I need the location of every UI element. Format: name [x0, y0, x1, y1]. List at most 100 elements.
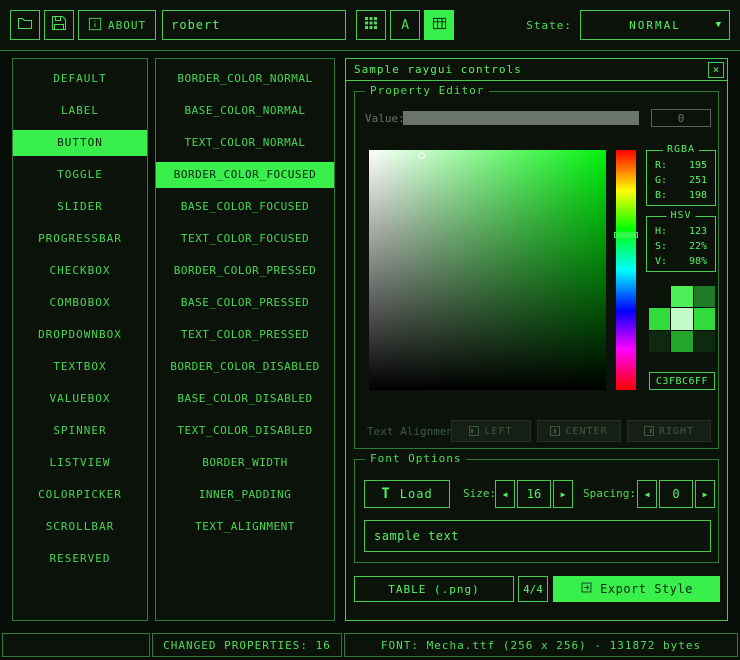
- hsv-row-v: V:98%: [655, 254, 707, 269]
- list-item-progressbar[interactable]: PROGRESSBAR: [13, 226, 147, 252]
- format-count-box[interactable]: 4/4: [518, 576, 548, 602]
- list-item-valuebox[interactable]: VALUEBOX: [13, 386, 147, 412]
- window-title: Sample raygui controls: [354, 63, 522, 76]
- spacing-value-box[interactable]: 0: [659, 480, 693, 508]
- list-item-text_alignment[interactable]: TEXT_ALIGNMENT: [156, 514, 334, 540]
- state-dropdown[interactable]: NORMAL ▼: [580, 10, 730, 40]
- about-button[interactable]: ABOUT: [78, 10, 156, 40]
- list-item-text_color_pressed[interactable]: TEXT_COLOR_PRESSED: [156, 322, 334, 348]
- list-item-scrollbar[interactable]: SCROLLBAR: [13, 514, 147, 540]
- list-item-toggle[interactable]: TOGGLE: [13, 162, 147, 188]
- size-decrease-button[interactable]: ◀: [495, 480, 515, 508]
- size-value-box[interactable]: 16: [517, 480, 551, 508]
- value-slider[interactable]: [403, 111, 639, 125]
- style-color-swatch[interactable]: [671, 308, 692, 329]
- hsv-title: HSV: [666, 210, 695, 221]
- chevron-left-icon: ◀: [503, 490, 508, 499]
- list-item-default[interactable]: DEFAULT: [13, 66, 147, 92]
- align-left-label: LEFT: [484, 426, 512, 437]
- spacing-decrease-button[interactable]: ◀: [637, 480, 657, 508]
- align-center-icon: [550, 426, 560, 436]
- grid-view-button[interactable]: [356, 10, 386, 40]
- list-item-text_color_normal[interactable]: TEXT_COLOR_NORMAL: [156, 130, 334, 156]
- hex-value-box[interactable]: C3FBC6FF: [649, 372, 715, 390]
- style-name-input[interactable]: [162, 10, 346, 40]
- list-item-text_color_disabled[interactable]: TEXT_COLOR_DISABLED: [156, 418, 334, 444]
- sample-text-input[interactable]: [364, 520, 711, 552]
- font-options-title: Font Options: [365, 452, 466, 465]
- list-item-spinner[interactable]: SPINNER: [13, 418, 147, 444]
- load-font-button[interactable]: T Load: [364, 480, 450, 508]
- hsv-group: HSV H:123 S:22% V:98%: [646, 216, 716, 272]
- color-picker-area[interactable]: [369, 150, 606, 390]
- style-table-button[interactable]: [424, 10, 454, 40]
- hue-bar[interactable]: [616, 150, 636, 390]
- list-item-reserved[interactable]: RESERVED: [13, 546, 147, 572]
- spacing-label: Spacing:: [583, 487, 636, 500]
- style-color-swatch[interactable]: [694, 308, 715, 329]
- list-item-inner_padding[interactable]: INNER_PADDING: [156, 482, 334, 508]
- align-left-button[interactable]: LEFT: [451, 420, 531, 442]
- load-font-label: Load: [400, 487, 433, 501]
- style-color-swatch[interactable]: [649, 331, 670, 352]
- list-item-label[interactable]: LABEL: [13, 98, 147, 124]
- list-item-combobox[interactable]: COMBOBOX: [13, 290, 147, 316]
- list-item-base_color_focused[interactable]: BASE_COLOR_FOCUSED: [156, 194, 334, 220]
- list-item-base_color_disabled[interactable]: BASE_COLOR_DISABLED: [156, 386, 334, 412]
- close-button[interactable]: ×: [708, 62, 724, 78]
- window-titlebar[interactable]: Sample raygui controls ×: [346, 59, 727, 81]
- chevron-right-icon: ▶: [561, 490, 566, 499]
- chevron-right-icon: ▶: [703, 490, 708, 499]
- size-increase-button[interactable]: ▶: [553, 480, 573, 508]
- list-item-border_color_disabled[interactable]: BORDER_COLOR_DISABLED: [156, 354, 334, 380]
- style-color-swatch[interactable]: [694, 331, 715, 352]
- list-item-slider[interactable]: SLIDER: [13, 194, 147, 220]
- list-item-base_color_normal[interactable]: BASE_COLOR_NORMAL: [156, 98, 334, 124]
- list-item-listview[interactable]: LISTVIEW: [13, 450, 147, 476]
- list-item-border_width[interactable]: BORDER_WIDTH: [156, 450, 334, 476]
- color-picker-cursor[interactable]: [418, 152, 425, 159]
- value-box[interactable]: 0: [651, 109, 711, 127]
- align-right-button[interactable]: RIGHT: [627, 420, 711, 442]
- hsv-row-s: S:22%: [655, 239, 707, 254]
- list-item-border_color_pressed[interactable]: BORDER_COLOR_PRESSED: [156, 258, 334, 284]
- style-color-swatch[interactable]: [649, 308, 670, 329]
- style-color-swatch[interactable]: [671, 331, 692, 352]
- text-alignment-label: Text Alignment: [367, 425, 460, 438]
- export-format-dropdown[interactable]: TABLE (.png): [354, 576, 514, 602]
- info-icon: [88, 17, 102, 34]
- open-style-button[interactable]: [10, 10, 40, 40]
- list-item-text_color_focused[interactable]: TEXT_COLOR_FOCUSED: [156, 226, 334, 252]
- list-item-border_color_focused[interactable]: BORDER_COLOR_FOCUSED: [156, 162, 334, 188]
- g-value: 251: [689, 173, 707, 188]
- style-color-swatch[interactable]: [694, 286, 715, 307]
- list-item-base_color_pressed[interactable]: BASE_COLOR_PRESSED: [156, 290, 334, 316]
- s-value: 22%: [689, 239, 707, 254]
- sample-controls-window: Sample raygui controls × Property Editor…: [345, 58, 728, 621]
- style-color-swatch[interactable]: [649, 286, 670, 307]
- style-color-swatch[interactable]: [671, 286, 692, 307]
- font-options-group: Font Options T Load Size: ◀ 16 ▶ Spacing…: [354, 459, 719, 563]
- list-item-button[interactable]: BUTTON: [13, 130, 147, 156]
- hue-bar-cursor[interactable]: [614, 232, 638, 238]
- list-item-border_color_normal[interactable]: BORDER_COLOR_NORMAL: [156, 66, 334, 92]
- font-view-button[interactable]: A: [390, 10, 420, 40]
- close-icon: ×: [713, 64, 720, 75]
- export-style-button[interactable]: Export Style: [553, 576, 720, 602]
- rgba-row-r: R: 195: [655, 158, 707, 173]
- align-center-button[interactable]: CENTER: [537, 420, 621, 442]
- state-label: State:: [526, 19, 572, 32]
- properties-list: BORDER_COLOR_NORMAL BASE_COLOR_NORMAL TEXT…: [156, 59, 334, 540]
- list-item-dropdownbox[interactable]: DROPDOWNBOX: [13, 322, 147, 348]
- h-label: H:: [655, 224, 667, 239]
- b-value: 198: [689, 188, 707, 203]
- r-label: R:: [655, 158, 667, 173]
- spacing-increase-button[interactable]: ▶: [695, 480, 715, 508]
- b-label: B:: [655, 188, 667, 203]
- r-value: 195: [689, 158, 707, 173]
- list-item-textbox[interactable]: TEXTBOX: [13, 354, 147, 380]
- save-style-button[interactable]: [44, 10, 74, 40]
- size-label: Size:: [463, 487, 496, 500]
- list-item-colorpicker[interactable]: COLORPICKER: [13, 482, 147, 508]
- list-item-checkbox[interactable]: CHECKBOX: [13, 258, 147, 284]
